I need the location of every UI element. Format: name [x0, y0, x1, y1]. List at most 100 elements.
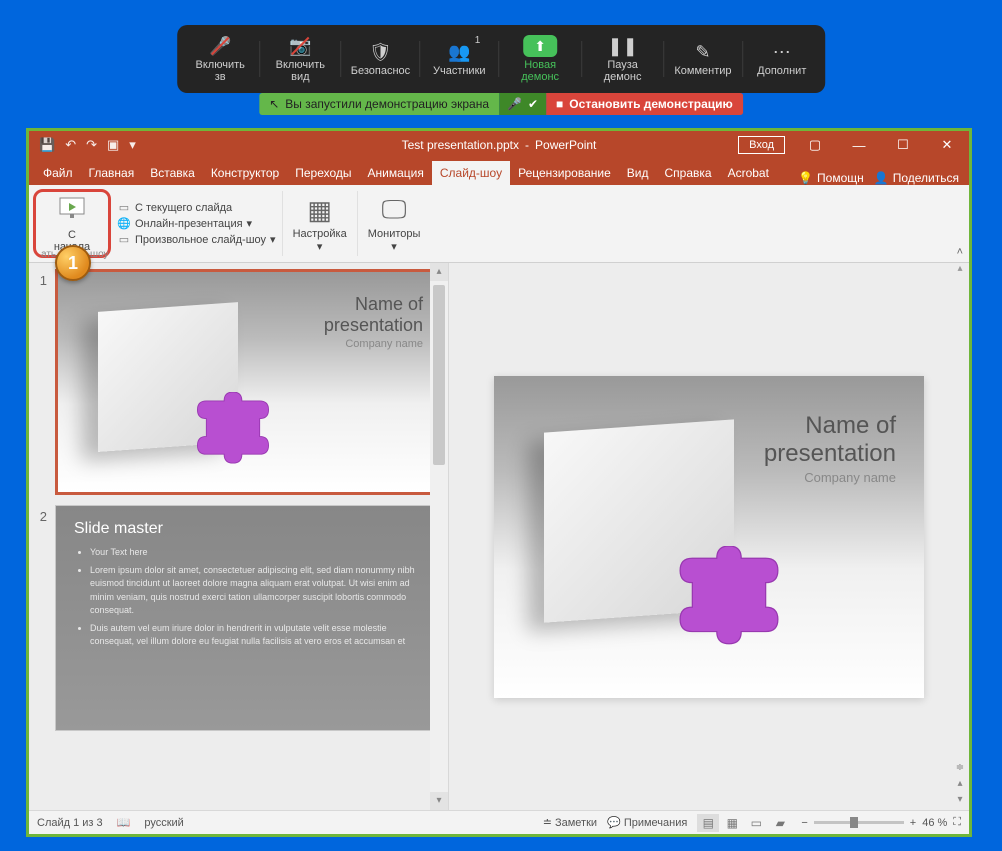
fit-button[interactable]: ⛶ [953, 816, 961, 829]
zoom-pause-button[interactable]: ❚❚ Пауза демонс [582, 31, 663, 87]
from-current-button[interactable]: ▭С текущего слайда [117, 201, 276, 214]
zoom-out-button[interactable]: − [801, 817, 807, 829]
zoom-control[interactable]: − + 46 % ⛶ [801, 816, 961, 829]
participants-count: 1 [475, 35, 481, 46]
collapse-ribbon-button[interactable]: ˄ [957, 246, 963, 258]
slide-canvas[interactable]: Name ofpresentation Company name ▴ ≑ ▴ ▾ [449, 263, 969, 810]
tab-design[interactable]: Конструктор [203, 161, 287, 185]
main-scrollbar[interactable]: ▴ ≑ ▴ ▾ [951, 263, 969, 810]
tab-view[interactable]: Вид [619, 161, 657, 185]
normal-view-button[interactable]: ▤ [697, 814, 719, 832]
prev-slide-button[interactable]: ▴ [951, 778, 969, 794]
zoom-more-button[interactable]: ⋯ Дополнит [743, 37, 821, 81]
tab-animation[interactable]: Анимация [360, 161, 432, 185]
slide2-bullet: Your Text here [90, 546, 425, 560]
close-button[interactable]: ✕ [925, 131, 969, 159]
sorter-view-button[interactable]: ▦ [721, 814, 743, 832]
zoom-toolbar: 🎤 Включить зв 📷 Включить вид 🛡 Безопасно… [177, 25, 825, 93]
minimize-button[interactable]: — [837, 131, 881, 159]
more-icon: ⋯ [773, 41, 791, 63]
zoom-video-label: Включить вид [272, 59, 329, 83]
puzzle-piece-graphic [664, 546, 794, 656]
share-status-text: Вы запустили демонстрацию экрана [285, 97, 489, 111]
thumbnail-pane[interactable]: 1 Name ofpresentation Company name [29, 263, 449, 810]
share-icon: ⬆ [523, 35, 557, 57]
slide2-bullet: Lorem ipsum dolor sit amet, consectetuer… [90, 564, 425, 618]
slide-counter[interactable]: Слайд 1 из 3 [37, 817, 103, 829]
scroll-thumb[interactable] [433, 285, 445, 465]
tab-slideshow[interactable]: Слайд-шоу [432, 161, 510, 185]
zoom-slider[interactable] [814, 821, 904, 824]
ribbon-display-button[interactable]: ▢ [793, 131, 837, 159]
tab-home[interactable]: Главная [81, 161, 143, 185]
qat-dropdown-icon[interactable]: ▾ [129, 137, 136, 153]
stop-icon: ■ [556, 97, 563, 111]
tab-acrobat[interactable]: Acrobat [720, 161, 777, 185]
undo-icon[interactable]: ↶ [65, 137, 76, 153]
tab-review[interactable]: Рецензирование [510, 161, 619, 185]
present-icon[interactable]: ▣ [107, 137, 119, 153]
app-name: PowerPoint [535, 138, 596, 152]
language-indicator[interactable]: русский [144, 817, 183, 829]
zoom-share-label: Новая демонс [511, 59, 569, 83]
people-icon: 👥 [448, 41, 470, 63]
stop-share-button[interactable]: ■ Остановить демонстрацию [546, 93, 743, 115]
zoom-more-label: Дополнит [757, 65, 806, 77]
custom-icon: ▭ [117, 233, 131, 246]
mic-icon: 🎤 [209, 35, 231, 57]
slide-subtitle: Company name [324, 338, 423, 350]
globe-icon: 🌐 [117, 217, 131, 230]
scroll-up-button[interactable]: ▴ [430, 263, 448, 281]
puzzle-piece-graphic [188, 392, 278, 472]
window-title: Test presentation.pptx - PowerPoint [402, 138, 597, 152]
zoom-annotate-button[interactable]: ✎ Комментир [664, 37, 742, 81]
spell-icon[interactable]: 📖 [117, 816, 131, 829]
scroll-down-button[interactable]: ▾ [430, 792, 448, 810]
person-icon: 👤 [874, 171, 889, 185]
tell-me-button[interactable]: 💡Помощн [798, 171, 864, 185]
ribbon-content: С начала ▭С текущего слайда 🌐Онлайн-през… [29, 185, 969, 263]
mic-mini-icon: 🎤 [507, 97, 522, 111]
zoom-share-button[interactable]: ⬆ Новая демонс [499, 31, 581, 87]
thumbnail-scrollbar[interactable]: ▴ ▾ [430, 263, 448, 810]
zoom-audio-button[interactable]: 🎤 Включить зв [181, 31, 259, 87]
login-button[interactable]: Вход [738, 136, 785, 154]
tab-help[interactable]: Справка [656, 161, 719, 185]
zoom-level[interactable]: 46 % [922, 817, 947, 829]
maximize-button[interactable]: ☐ [881, 131, 925, 159]
ribbon-tabs: Файл Главная Вставка Конструктор Переход… [29, 159, 969, 185]
redo-icon[interactable]: ↷ [86, 137, 97, 153]
next-slide-button[interactable]: ▾ [951, 794, 969, 810]
share-controls[interactable]: 🎤 ✔ [499, 93, 546, 115]
zoom-pause-label: Пауза демонс [594, 59, 651, 83]
comments-button[interactable]: 💬 Примечания [607, 816, 687, 829]
current-slide[interactable]: Name ofpresentation Company name [494, 376, 924, 698]
zoom-participants-button[interactable]: 1 👥 Участники [420, 37, 498, 81]
scroll-up-button[interactable]: ▴ [951, 263, 969, 281]
quick-access-toolbar[interactable]: 💾 ↶ ↷ ▣ ▾ [29, 137, 146, 153]
slideshow-view-button[interactable]: ▰ [769, 814, 791, 832]
save-icon[interactable]: 💾 [39, 137, 55, 153]
prev-slide-button[interactable]: ≑ [951, 762, 969, 778]
slide-icon: ▭ [117, 201, 131, 214]
share-button[interactable]: 👤Поделиться [874, 171, 959, 185]
slide-thumbnail-2[interactable]: 2 Slide master Your Text here Lorem ipsu… [33, 505, 444, 731]
zoom-security-button[interactable]: 🛡 Безопаснос [341, 37, 419, 81]
slide-number: 1 [33, 269, 47, 495]
group-start-label: ать слайд-шоу [35, 249, 975, 260]
slide-thumbnail-1[interactable]: 1 Name ofpresentation Company name [33, 269, 444, 495]
pause-icon: ❚❚ [608, 35, 638, 57]
zoom-in-button[interactable]: + [910, 817, 916, 829]
tab-transitions[interactable]: Переходы [287, 161, 359, 185]
setup-icon: ▦ [307, 195, 332, 226]
reading-view-button[interactable]: ▭ [745, 814, 767, 832]
tab-insert[interactable]: Вставка [142, 161, 203, 185]
stop-share-label: Остановить демонстрацию [569, 97, 732, 111]
online-presentation-button[interactable]: 🌐Онлайн-презентация ▾ [117, 217, 276, 230]
custom-slideshow-button[interactable]: ▭Произвольное слайд-шоу ▾ [117, 233, 276, 246]
tab-file[interactable]: Файл [35, 161, 81, 185]
zoom-video-button[interactable]: 📷 Включить вид [260, 31, 341, 87]
notes-button[interactable]: ≐ Заметки [543, 816, 597, 829]
zoom-annotate-label: Комментир [674, 65, 731, 77]
filename: Test presentation.pptx [402, 138, 519, 152]
